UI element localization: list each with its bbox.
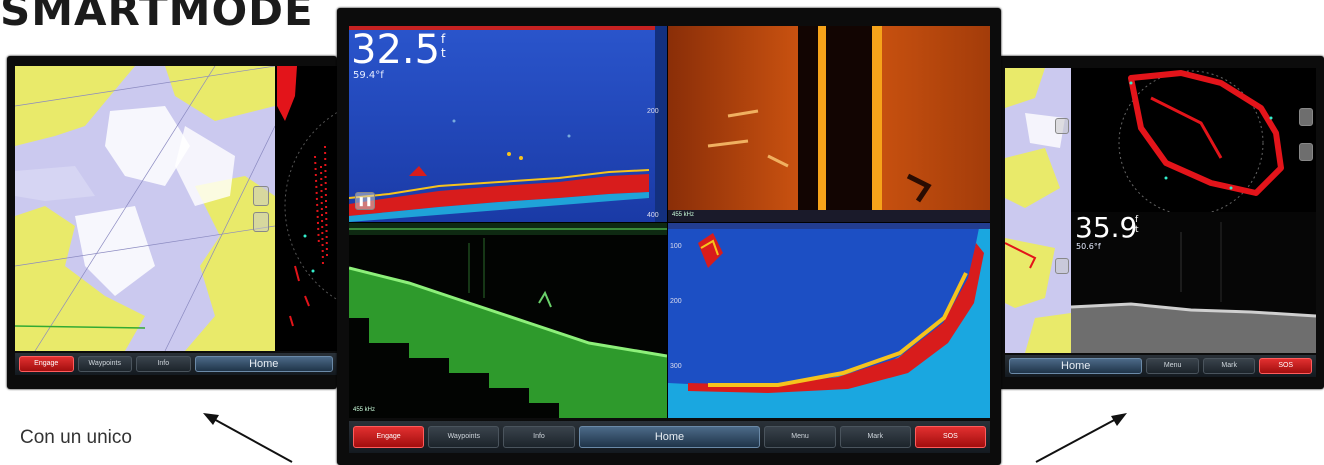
sidevu-sonar-pane[interactable]: 455 kHz: [668, 26, 990, 222]
chirp-scale-label-300: 300: [670, 363, 682, 370]
right-home-button[interactable]: Home: [1009, 358, 1143, 374]
sidevu-frequency-label: 455 kHz: [672, 212, 695, 218]
caption-text: Con un unico: [20, 427, 132, 448]
depth-unit-top: f: [441, 32, 446, 46]
downvu-sonar-pane[interactable]: 455 kHz: [349, 223, 667, 418]
left-info-button[interactable]: Info: [136, 356, 191, 372]
center-toolbar: Engage Waypoints Info Home Menu Mark SOS: [349, 421, 990, 453]
radar-zoom-in-button[interactable]: [1299, 108, 1313, 126]
left-toolbar: Engage Waypoints Info Home: [15, 353, 337, 375]
nautical-chart-graphic: [15, 66, 275, 351]
chirp-sonar-pane[interactable]: 100 200 300: [668, 223, 990, 418]
chart-zoom-out-button[interactable]: [253, 212, 269, 232]
right-display: 35.9 f t 50.6°f Home Menu Mark SOS: [997, 56, 1324, 389]
right-chart-strip[interactable]: [1005, 68, 1071, 353]
depth-unit-bottom: t: [441, 46, 446, 60]
traditional-sonar-pane[interactable]: 32.5 f t 59.4°f 200 400 ❚❚: [349, 26, 667, 222]
radar-pane[interactable]: [275, 66, 337, 351]
right-chart-zoom-out-button[interactable]: [1055, 258, 1069, 274]
depth-readout: 32.5: [351, 27, 441, 73]
temperature-readout: 59.4°f: [353, 70, 384, 81]
left-engage-button[interactable]: Engage: [19, 356, 74, 372]
radar-graphic: [277, 66, 337, 327]
right-depth-readout: 35.9: [1075, 212, 1138, 244]
sidevu-sonar-graphic: [668, 26, 990, 222]
sonar-pause-button[interactable]: ❚❚: [355, 192, 375, 210]
radar-zoom-out-button[interactable]: [1299, 143, 1313, 161]
sos-button[interactable]: SOS: [914, 425, 987, 449]
left-arrow: [203, 413, 293, 463]
nautical-chart-pane[interactable]: [15, 66, 275, 351]
right-display-screen: 35.9 f t 50.6°f: [1005, 68, 1316, 353]
center-display-screen: 32.5 f t 59.4°f 200 400 ❚❚ 455 kHz 455 k…: [349, 26, 990, 418]
right-sos-button[interactable]: SOS: [1259, 358, 1312, 374]
left-waypoints-button[interactable]: Waypoints: [77, 356, 132, 372]
chirp-scale-label-100: 100: [670, 243, 682, 250]
downvu-sonar-graphic: [349, 223, 667, 418]
center-display: 32.5 f t 59.4°f 200 400 ❚❚ 455 kHz 455 k…: [337, 8, 1001, 465]
downvu-frequency-label: 455 kHz: [353, 407, 376, 413]
right-chart-graphic: [1005, 68, 1071, 353]
pause-icon: ❚❚: [357, 196, 373, 206]
sonar-scale-label-200: 200: [647, 108, 659, 115]
right-sonar-pane[interactable]: 35.9 f t 50.6°f: [1071, 212, 1316, 353]
right-mark-button[interactable]: Mark: [1202, 358, 1256, 374]
right-radar-graphic: [1118, 70, 1284, 212]
right-depth-unit-bottom: t: [1135, 225, 1139, 235]
menu-button[interactable]: Menu: [764, 425, 836, 449]
waypoints-button[interactable]: Waypoints: [428, 425, 500, 449]
right-chart-zoom-in-button[interactable]: [1055, 118, 1069, 134]
chart-zoom-in-button[interactable]: [253, 186, 269, 206]
right-depth-unit-top: f: [1135, 215, 1139, 225]
chirp-sonar-graphic: [668, 223, 990, 418]
left-display-screen: [15, 66, 337, 351]
right-menu-button[interactable]: Menu: [1146, 358, 1199, 374]
right-toolbar: Home Menu Mark SOS: [1005, 355, 1316, 377]
left-home-button[interactable]: Home: [194, 356, 333, 372]
left-display: Engage Waypoints Info Home: [7, 56, 337, 389]
right-temperature-readout: 50.6°f: [1076, 242, 1101, 251]
chirp-scale-label-200: 200: [670, 298, 682, 305]
info-button[interactable]: Info: [503, 425, 575, 449]
home-button[interactable]: Home: [578, 425, 761, 449]
engage-button[interactable]: Engage: [353, 425, 425, 449]
mark-button[interactable]: Mark: [839, 425, 911, 449]
brand-title: SMARTMODE: [0, 0, 314, 35]
right-arrow: [1035, 413, 1127, 463]
sonar-scale-label-400: 400: [647, 212, 659, 219]
right-radar-pane[interactable]: [1071, 68, 1316, 212]
